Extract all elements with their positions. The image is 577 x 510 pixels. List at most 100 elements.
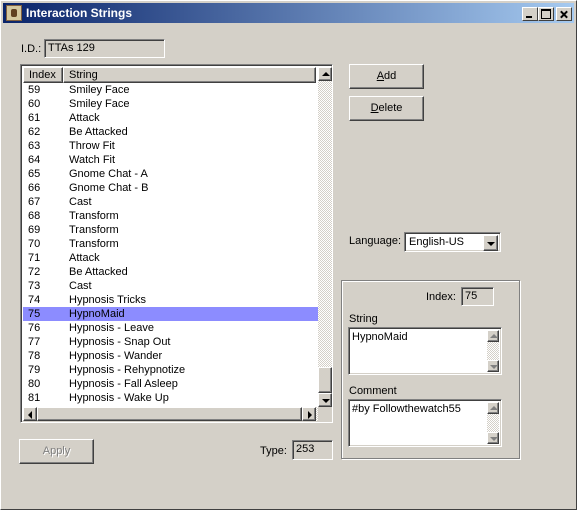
up-arrow-icon xyxy=(322,72,330,76)
row-string: Hypnosis - Wake Up xyxy=(69,392,169,404)
row-index: 76 xyxy=(28,322,41,334)
column-header-index[interactable]: Index xyxy=(23,67,63,83)
list-row[interactable]: 81 Hypnosis - Wake Up xyxy=(23,391,318,405)
list-row[interactable]: 63 Throw Fit xyxy=(23,139,318,153)
row-string: Watch Fit xyxy=(69,154,116,166)
list-horizontal-scrollbar[interactable] xyxy=(23,407,318,421)
string-scrollbar[interactable] xyxy=(487,330,499,372)
delete-accelerator: D xyxy=(370,102,379,114)
row-index: 72 xyxy=(28,266,41,278)
language-select[interactable]: English-US xyxy=(404,232,501,252)
row-string: Hypnosis Tricks xyxy=(69,294,147,306)
row-string: Gnome Chat - B xyxy=(69,182,149,194)
add-button[interactable]: Add xyxy=(349,64,424,89)
down-arrow-icon xyxy=(490,437,498,441)
row-index: 62 xyxy=(28,126,41,138)
language-label: Language: xyxy=(349,235,401,247)
delete-label-rest: elete xyxy=(378,102,403,114)
row-index: 59 xyxy=(28,84,41,96)
minimize-button[interactable] xyxy=(522,7,538,21)
list-row[interactable]: 61 Attack xyxy=(23,111,318,125)
horizontal-scroll-thumb[interactable] xyxy=(37,407,302,421)
up-arrow-icon xyxy=(490,334,498,338)
language-value: English-US xyxy=(409,236,465,248)
list-vertical-scrollbar[interactable] xyxy=(318,67,332,407)
list-row[interactable]: 64 Watch Fit xyxy=(23,153,318,167)
strings-list[interactable]: Index String 59 Smiley Face 60 Smiley Face 6… xyxy=(20,64,333,423)
list-row[interactable]: 74 Hypnosis Tricks xyxy=(23,293,318,307)
list-row[interactable]: 76 Hypnosis - Leave xyxy=(23,321,318,335)
scroll-down-button[interactable] xyxy=(318,393,332,407)
row-index: 80 xyxy=(28,378,41,390)
row-index: 73 xyxy=(28,280,41,292)
title-bar[interactable]: Interaction Strings xyxy=(3,3,574,23)
comment-scroll-down[interactable] xyxy=(487,432,499,444)
row-string: Hypnosis - Leave xyxy=(69,322,154,334)
delete-button[interactable]: Delete xyxy=(349,96,424,121)
row-string: Transform xyxy=(69,238,119,250)
list-row[interactable]: 65 Gnome Chat - A xyxy=(23,167,318,181)
list-row[interactable]: 69 Transform xyxy=(23,223,318,237)
list-row[interactable]: 75 HypnoMaid xyxy=(23,307,318,321)
string-textarea[interactable]: HypnoMaid xyxy=(348,327,502,375)
row-string: Be Attacked xyxy=(69,126,128,138)
id-value: TTAs 129 xyxy=(48,42,95,54)
list-row[interactable]: 72 Be Attacked xyxy=(23,265,318,279)
scroll-right-button[interactable] xyxy=(302,407,316,421)
row-string: Cast xyxy=(69,196,92,208)
row-string: Be Attacked xyxy=(69,266,128,278)
list-row[interactable]: 80 Hypnosis - Fall Asleep xyxy=(23,377,318,391)
list-row[interactable]: 60 Smiley Face xyxy=(23,97,318,111)
string-text: HypnoMaid xyxy=(352,331,408,343)
column-header-string[interactable]: String xyxy=(63,67,316,83)
list-row[interactable]: 77 Hypnosis - Snap Out xyxy=(23,335,318,349)
row-index: 63 xyxy=(28,140,41,152)
id-field: TTAs 129 xyxy=(44,39,165,58)
row-index: 78 xyxy=(28,350,41,362)
apply-button[interactable]: Apply xyxy=(19,439,94,464)
list-row[interactable]: 66 Gnome Chat - B xyxy=(23,181,318,195)
list-row[interactable]: 79 Hypnosis - Rehypnotize xyxy=(23,363,318,377)
comment-text: #by Followthewatch55 xyxy=(352,403,461,415)
id-label: I.D.: xyxy=(21,43,42,55)
scroll-up-button[interactable] xyxy=(318,67,332,81)
list-rows: 59 Smiley Face 60 Smiley Face 61 Attack 62 Be A… xyxy=(23,83,318,407)
left-arrow-icon xyxy=(28,411,32,419)
list-row[interactable]: 73 Cast xyxy=(23,279,318,293)
scroll-left-button[interactable] xyxy=(23,407,37,421)
list-row[interactable]: 71 Attack xyxy=(23,251,318,265)
app-icon[interactable] xyxy=(6,5,22,21)
detail-panel: Index: 75 String HypnoMaid Comment #by F… xyxy=(341,280,520,459)
comment-textarea[interactable]: #by Followthewatch55 xyxy=(348,399,502,447)
row-string: Hypnosis - Fall Asleep xyxy=(69,378,178,390)
index-field: 75 xyxy=(461,287,494,306)
maximize-button[interactable] xyxy=(538,7,554,21)
type-field: 253 xyxy=(292,440,333,460)
row-index: 64 xyxy=(28,154,41,166)
list-row[interactable]: 68 Transform xyxy=(23,209,318,223)
list-row[interactable]: 59 Smiley Face xyxy=(23,83,318,97)
row-index: 75 xyxy=(28,308,41,320)
interaction-strings-window: Interaction Strings I.D.: TTAs 129 Index… xyxy=(0,0,577,510)
row-string: Transform xyxy=(69,224,119,236)
row-string: Hypnosis - Rehypnotize xyxy=(69,364,186,376)
string-scroll-up[interactable] xyxy=(487,330,499,342)
row-index: 65 xyxy=(28,168,41,180)
language-dropdown-button[interactable] xyxy=(483,235,498,251)
list-row[interactable]: 67 Cast xyxy=(23,195,318,209)
string-scroll-down[interactable] xyxy=(487,360,499,372)
scroll-corner xyxy=(318,407,332,421)
type-value: 253 xyxy=(296,443,315,455)
index-value: 75 xyxy=(465,290,478,302)
list-row[interactable]: 62 Be Attacked xyxy=(23,125,318,139)
comment-scrollbar[interactable] xyxy=(487,402,499,444)
vertical-scroll-thumb[interactable] xyxy=(318,367,332,393)
row-index: 79 xyxy=(28,364,41,376)
comment-scroll-up[interactable] xyxy=(487,402,499,414)
close-button[interactable] xyxy=(556,7,572,21)
row-string: Attack xyxy=(69,252,100,264)
list-row[interactable]: 78 Hypnosis - Wander xyxy=(23,349,318,363)
list-row[interactable]: 70 Transform xyxy=(23,237,318,251)
list-header: Index String xyxy=(23,67,316,83)
row-index: 69 xyxy=(28,224,41,236)
